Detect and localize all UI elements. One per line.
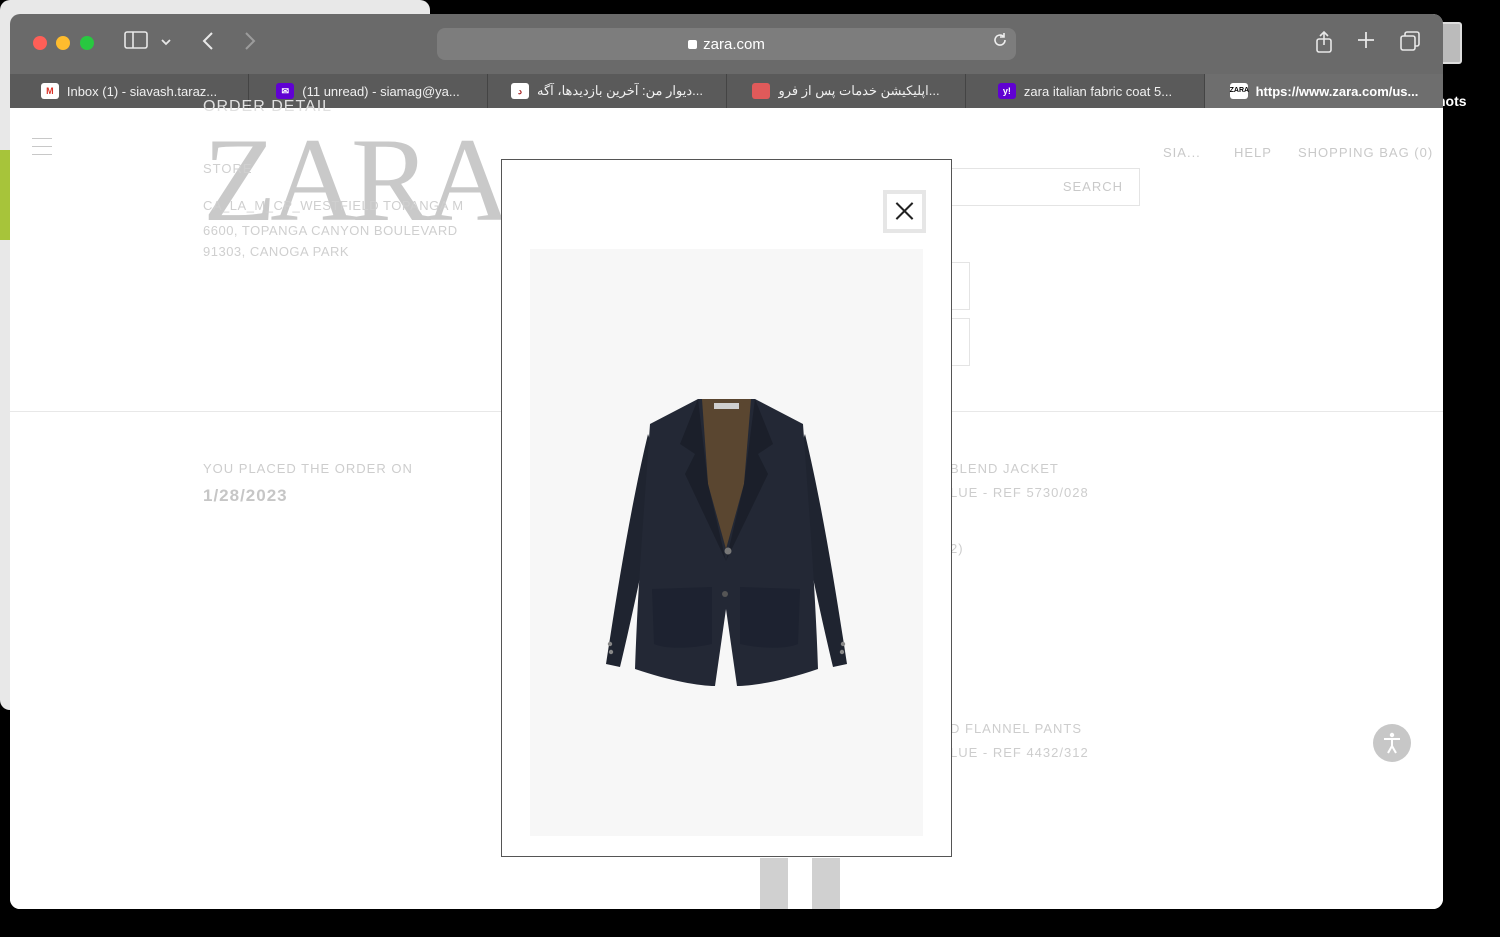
form-field[interactable] [950,262,970,310]
address-bar[interactable]: zara.com [437,28,1016,60]
blazer-jacket-image [606,399,847,686]
zoom-window-button[interactable] [80,36,94,50]
lock-icon [688,40,698,49]
address-text-wrap: zara.com [437,36,1016,53]
back-button[interactable] [196,30,220,56]
service-app-icon [752,83,771,99]
tab-title: zara italian fabric coat 5... [1023,83,1173,99]
order-placed-date: 1/28/2023 [203,486,288,505]
tab-title: دیوار من: آخرین بازدیدها، آگه... [537,83,703,98]
tab-divar[interactable]: د دیوار من: آخرین بازدیدها، آگه... [488,74,727,108]
share-icon [1316,30,1332,53]
item-ref: LUE - REF 5730/028 [950,485,1089,500]
close-window-button[interactable] [33,36,47,50]
tab-overview-button[interactable] [1398,30,1422,56]
yahoo-search-icon: y! [997,83,1016,99]
store-address: 6600, TOPANGA CANYON BOULEVARD [203,223,458,238]
reload-icon [994,33,1006,46]
browser-toolbar: zara.com [10,14,1443,74]
divar-icon: د [511,83,529,99]
share-button[interactable] [1312,30,1336,56]
tab-overview-icon [1400,31,1420,51]
reload-button[interactable] [992,32,1008,53]
item-name[interactable]: D FLANNEL PANTS [950,721,1082,736]
url-text: zara.com [703,36,765,53]
sidebar-icon [124,31,148,49]
sidebar-menu-chevron[interactable] [158,30,174,56]
desktop-file-icon[interactable] [1440,22,1462,64]
yahoo-mail-icon: ✉ [276,83,295,99]
tab-zara[interactable]: ZARA https://www.zara.com/us... [1205,74,1443,108]
forward-button[interactable] [238,30,262,56]
help-link[interactable]: HELP [1234,145,1272,160]
close-icon [887,194,922,229]
item-name[interactable]: BLEND JACKET [950,461,1059,476]
gmail-icon: M [40,83,59,99]
form-field[interactable] [950,318,970,366]
user-account-link[interactable]: SIA... [1163,145,1201,160]
store-label: STORE [203,161,253,176]
zara-icon: ZARA [1229,83,1249,99]
item-extra: 2) [950,541,964,556]
zara-logo[interactable]: ZARA [203,120,512,240]
tab-title: اپلیکیشن خدمات پس از فرو... [778,83,940,98]
store-name: CA_LA_M_CP_WESTFIELD TOPANGA M [203,198,464,213]
pants-product-image[interactable] [760,858,850,909]
tab-title: (11 unread) - siamag@ya... [302,83,460,99]
new-tab-button[interactable] [1354,30,1378,56]
chevron-left-icon [202,32,213,50]
browser-window: zara.com M Inbox (1) - siavash.taraz... … [10,14,1443,909]
shopping-bag-link[interactable]: SHOPPING BAG (0) [1298,145,1433,160]
product-image [530,249,923,836]
search-box[interactable]: SEARCH [950,168,1140,206]
order-placed-label: YOU PLACED THE ORDER ON [203,461,413,476]
hamburger-menu-icon[interactable] [32,138,52,162]
close-modal-button[interactable] [883,190,926,233]
tab-yahoo-search[interactable]: y! zara italian fabric coat 5... [966,74,1205,108]
tab-title: Inbox (1) - siavash.taraz... [66,83,218,99]
chevron-down-icon [161,39,171,46]
sidebar-toggle-button[interactable] [123,30,149,56]
chevron-right-icon [245,32,256,50]
store-city: 91303, CANOGA PARK [203,244,350,259]
product-image-modal [501,159,952,857]
tab-service-app[interactable]: اپلیکیشن خدمات پس از فرو... [727,74,966,108]
search-label: SEARCH [1062,179,1123,194]
accessibility-button[interactable] [1373,724,1411,762]
tab-title: https://www.zara.com/us... [1255,83,1419,99]
minimize-window-button[interactable] [56,36,70,50]
accessibility-icon [1384,732,1400,754]
item-ref: LUE - REF 4432/312 [950,745,1089,760]
plus-icon [1358,32,1374,48]
